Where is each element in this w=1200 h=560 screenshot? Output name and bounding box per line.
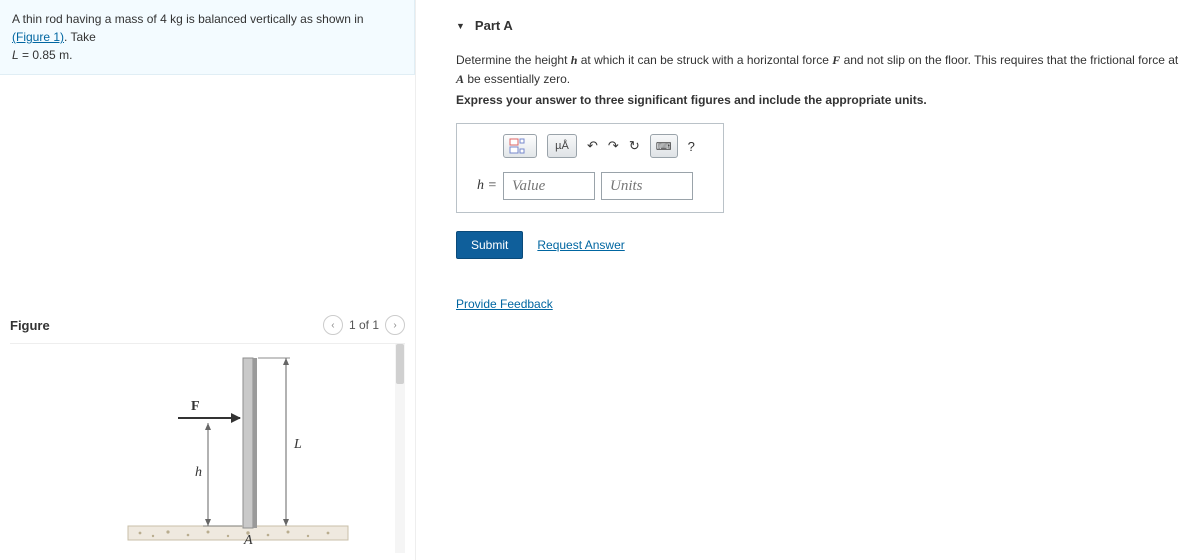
figure-nav-text: 1 of 1: [349, 318, 379, 332]
figure-body: L F h A ▲ ▼: [10, 343, 405, 553]
answer-frame: µÅ ↶ ↷ ↻ ⌨ ? h =: [456, 123, 724, 213]
figure-svg: L F h A: [58, 348, 358, 548]
left-column: A thin rod having a mass of 4 kg is bala…: [0, 0, 415, 560]
figure-panel: Figure ‹ 1 of 1 ›: [0, 315, 415, 553]
figure-nav: ‹ 1 of 1 ›: [323, 315, 405, 335]
unit-m: m: [59, 48, 69, 62]
part-title: Part A: [475, 18, 513, 33]
instructions: Determine the height h at which it can b…: [456, 51, 1180, 89]
figure-link[interactable]: (Figure 1): [12, 30, 64, 44]
problem-text-3: . Take: [64, 30, 96, 44]
figure-title: Figure: [10, 318, 50, 333]
problem-statement: A thin rod having a mass of 4 kg is bala…: [0, 0, 415, 75]
figure-next-button[interactable]: ›: [385, 315, 405, 335]
value-input[interactable]: [503, 172, 595, 200]
units-input[interactable]: [601, 172, 693, 200]
answer-var-label: h =: [469, 178, 497, 194]
undo-button[interactable]: ↶: [587, 138, 598, 154]
label-A: A: [243, 533, 253, 548]
special-chars-button[interactable]: µÅ: [547, 134, 577, 158]
problem-text-2: is balanced vertically as shown in: [183, 12, 364, 26]
problem-end: .: [69, 48, 72, 62]
answer-toolbar: µÅ ↶ ↷ ↻ ⌨ ?: [469, 134, 711, 158]
label-L: L: [293, 437, 302, 452]
answer-row: h =: [469, 172, 711, 200]
var-L: L: [12, 48, 19, 62]
label-F: F: [191, 399, 200, 414]
template-icon: [509, 138, 531, 154]
submit-button[interactable]: Submit: [456, 231, 523, 259]
label-h: h: [195, 465, 202, 480]
problem-eq: = 0.85: [19, 48, 59, 62]
help-button[interactable]: ?: [688, 139, 695, 154]
right-column: ▼ Part A Determine the height h at which…: [415, 0, 1200, 560]
figure-prev-button[interactable]: ‹: [323, 315, 343, 335]
redo-button[interactable]: ↷: [608, 138, 619, 154]
request-answer-link[interactable]: Request Answer: [537, 238, 624, 252]
caret-down-icon: ▼: [456, 21, 465, 31]
keyboard-button[interactable]: ⌨: [650, 134, 678, 158]
figure-scrollbar[interactable]: ▲ ▼: [395, 344, 405, 553]
template-button[interactable]: [503, 134, 537, 158]
problem-unit-kg: kg: [170, 12, 183, 26]
problem-text-1: A thin rod having a mass of 4: [12, 12, 170, 26]
submit-row: Submit Request Answer: [456, 231, 1180, 259]
provide-feedback-link[interactable]: Provide Feedback: [456, 297, 553, 311]
reset-button[interactable]: ↻: [629, 138, 640, 154]
instructions-hint: Express your answer to three significant…: [456, 93, 1180, 107]
part-header[interactable]: ▼ Part A: [456, 18, 1180, 33]
